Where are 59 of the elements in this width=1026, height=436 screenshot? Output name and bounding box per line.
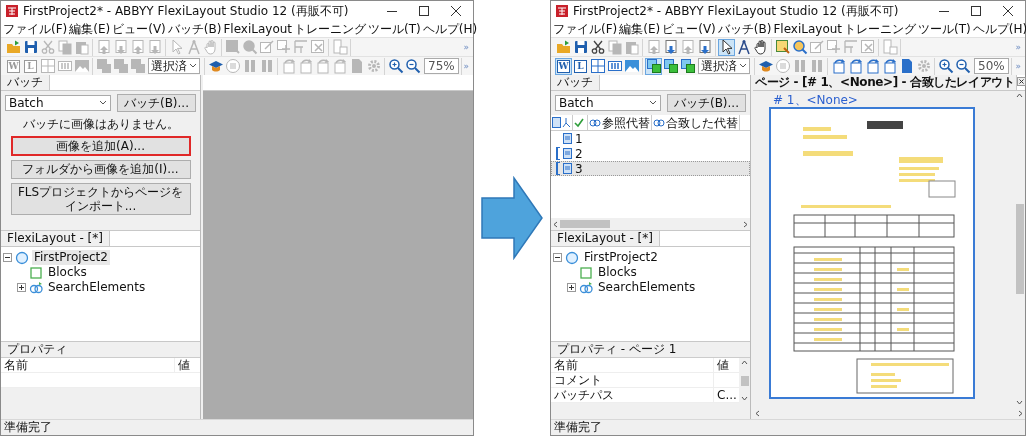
menu-item[interactable]: トレーニング	[844, 21, 917, 37]
selection-filter-dropdown[interactable]: 選択済	[148, 58, 200, 74]
menu-item[interactable]: ヘルプ(H)	[972, 21, 1026, 37]
menu-item[interactable]: ヘルプ(H)	[422, 21, 478, 37]
menu-item[interactable]: 編集(E)	[619, 21, 661, 37]
menu-item[interactable]: ツール(T)	[368, 21, 421, 37]
page-list-item[interactable]: 3	[551, 161, 750, 177]
zoom-field[interactable]: 50%	[974, 58, 1009, 74]
empty-batch-message: バッチに画像はありません。	[21, 117, 180, 132]
column-header[interactable]: 値	[174, 357, 200, 373]
menu-item[interactable]: ファイル(F)	[3, 21, 68, 37]
status-text: 準備完了	[551, 419, 1025, 435]
tree-item[interactable]: FirstProject2	[582, 250, 660, 265]
window-title: FirstProject2* - ABBYY FlexiLayout Studio 12 (再販不可)	[23, 3, 349, 19]
menu-item[interactable]: ツール(T)	[918, 21, 971, 37]
column-header[interactable]: 名前	[1, 357, 174, 373]
selection-filter-dropdown[interactable]: 選択済	[698, 58, 750, 74]
page-list-item[interactable]: 1	[551, 131, 750, 147]
overflow-chevron[interactable]: »	[463, 60, 473, 72]
menu-item[interactable]: トレーニング	[294, 21, 367, 37]
tree-item[interactable]: FirstProject2	[32, 250, 110, 265]
overflow-chevron[interactable]: »	[463, 41, 473, 53]
menu-item[interactable]: ファイル(F)	[553, 21, 618, 37]
batch-dropdown[interactable]: Batch	[555, 95, 661, 112]
options-button[interactable]: バッチ(B)...	[116, 94, 196, 113]
status-text: 準備完了	[1, 419, 473, 435]
letter-tool-button[interactable]: L	[572, 57, 589, 75]
action-button[interactable]: 画像を追加(A)...	[10, 135, 191, 157]
panel-tab[interactable]: バッチ	[551, 75, 600, 90]
tree-item[interactable]: SearchElements	[46, 280, 148, 295]
column-header[interactable]: 名前	[551, 357, 713, 373]
menu-item[interactable]: ビュー(V)	[112, 21, 166, 37]
menu-item[interactable]: FlexiLayout	[223, 21, 293, 37]
window-title: FirstProject2* - ABBYY FlexiLayout Studio 12 (再販不可)	[573, 3, 899, 19]
panel-tab[interactable]: バッチ	[1, 75, 50, 90]
overflow-chevron[interactable]: »	[1015, 60, 1025, 72]
letter-tool-button[interactable]: W	[555, 57, 572, 75]
menu-item[interactable]: バッチ(B)	[167, 21, 222, 37]
menu-item[interactable]: 編集(E)	[69, 21, 111, 37]
action-button[interactable]: フォルダから画像を追加(I)...	[10, 160, 191, 179]
tree-item[interactable]: Blocks	[596, 265, 639, 280]
column-header[interactable]: 参照代替	[602, 115, 650, 131]
document-tab[interactable]: ページ - [# 1、<None>] - 合致したレイアウト	[753, 75, 1018, 90]
action-button[interactable]: FLSプロジェクトからページをインポート...	[10, 182, 191, 216]
options-button[interactable]: バッチ(B)...	[666, 94, 746, 113]
overflow-chevron[interactable]: »	[1015, 41, 1025, 53]
menu-item[interactable]: FlexiLayout	[773, 21, 843, 37]
menu-item[interactable]: ビュー(V)	[662, 21, 716, 37]
panel-tab[interactable]: FlexiLayout - [*]	[551, 231, 660, 246]
page-link[interactable]: # 1、<None>	[773, 93, 1014, 108]
tree-item[interactable]: SearchElements	[596, 280, 698, 295]
batch-dropdown[interactable]: Batch	[5, 95, 111, 112]
menu-item[interactable]: バッチ(B)	[717, 21, 772, 37]
zoom-field[interactable]: 75%	[424, 58, 459, 74]
property-name: バッチパス	[553, 387, 615, 403]
panel-tab[interactable]: FlexiLayout - [*]	[1, 231, 110, 246]
column-header[interactable]: 合致した代替	[666, 115, 738, 131]
tree-item[interactable]: Blocks	[46, 265, 89, 280]
property-name: コメント	[553, 372, 603, 388]
